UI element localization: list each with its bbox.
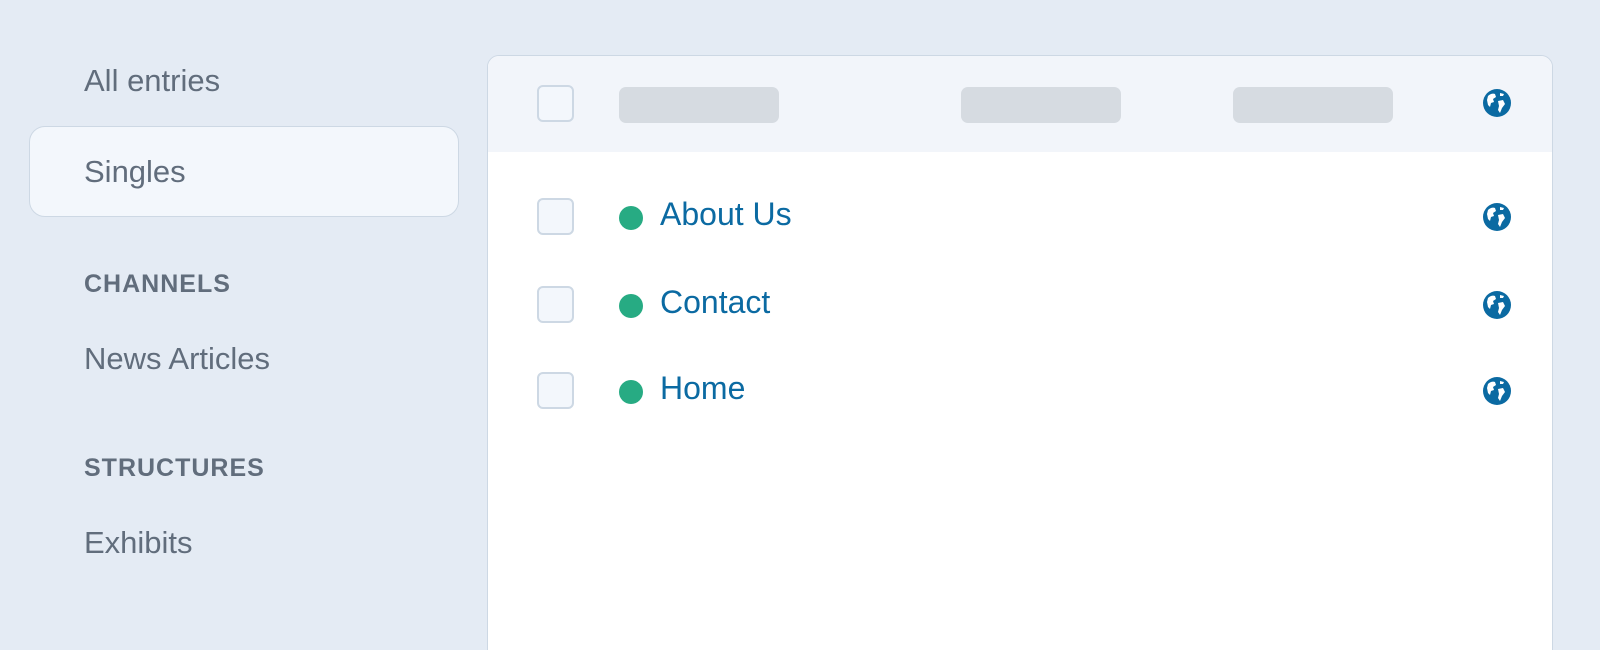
globe-icon[interactable] (1482, 290, 1512, 320)
structures-heading: STRUCTURES (84, 454, 265, 482)
sidebar-item-news-articles[interactable]: News Articles (29, 313, 459, 404)
sidebar-item-label: News Articles (84, 340, 271, 376)
entry-title-link[interactable]: Home (660, 370, 745, 407)
sidebar-item-label: Singles (84, 153, 186, 189)
header-placeholder-bar (1233, 87, 1393, 123)
select-all-checkbox[interactable] (537, 85, 574, 122)
sidebar-item-singles[interactable]: Singles (29, 126, 459, 217)
sidebar: All entries Singles CHANNELS News Articl… (0, 0, 480, 650)
status-dot (619, 380, 643, 404)
header-placeholder-bar (619, 87, 779, 123)
entry-title-link[interactable]: About Us (660, 196, 792, 233)
entry-title-link[interactable]: Contact (660, 284, 770, 321)
row-checkbox[interactable] (537, 198, 574, 235)
table-header (488, 56, 1552, 152)
table-row[interactable]: About Us (488, 174, 1552, 260)
entries-panel: About Us Contact Home (487, 55, 1553, 650)
app: All entries Singles CHANNELS News Articl… (0, 0, 1600, 650)
globe-icon[interactable] (1482, 202, 1512, 232)
status-dot (619, 294, 643, 318)
row-checkbox[interactable] (537, 286, 574, 323)
sidebar-item-label: Exhibits (84, 524, 193, 560)
row-checkbox[interactable] (537, 372, 574, 409)
status-dot (619, 206, 643, 230)
table-row[interactable]: Home (488, 348, 1552, 434)
table-row[interactable]: Contact (488, 262, 1552, 348)
header-placeholder-bar (961, 87, 1121, 123)
sidebar-item-exhibits[interactable]: Exhibits (29, 497, 459, 588)
globe-icon[interactable] (1482, 376, 1512, 406)
globe-icon[interactable] (1482, 88, 1512, 118)
sidebar-item-all-entries[interactable]: All entries (29, 35, 459, 126)
sidebar-item-label: All entries (84, 62, 221, 98)
channels-heading: CHANNELS (84, 270, 231, 298)
